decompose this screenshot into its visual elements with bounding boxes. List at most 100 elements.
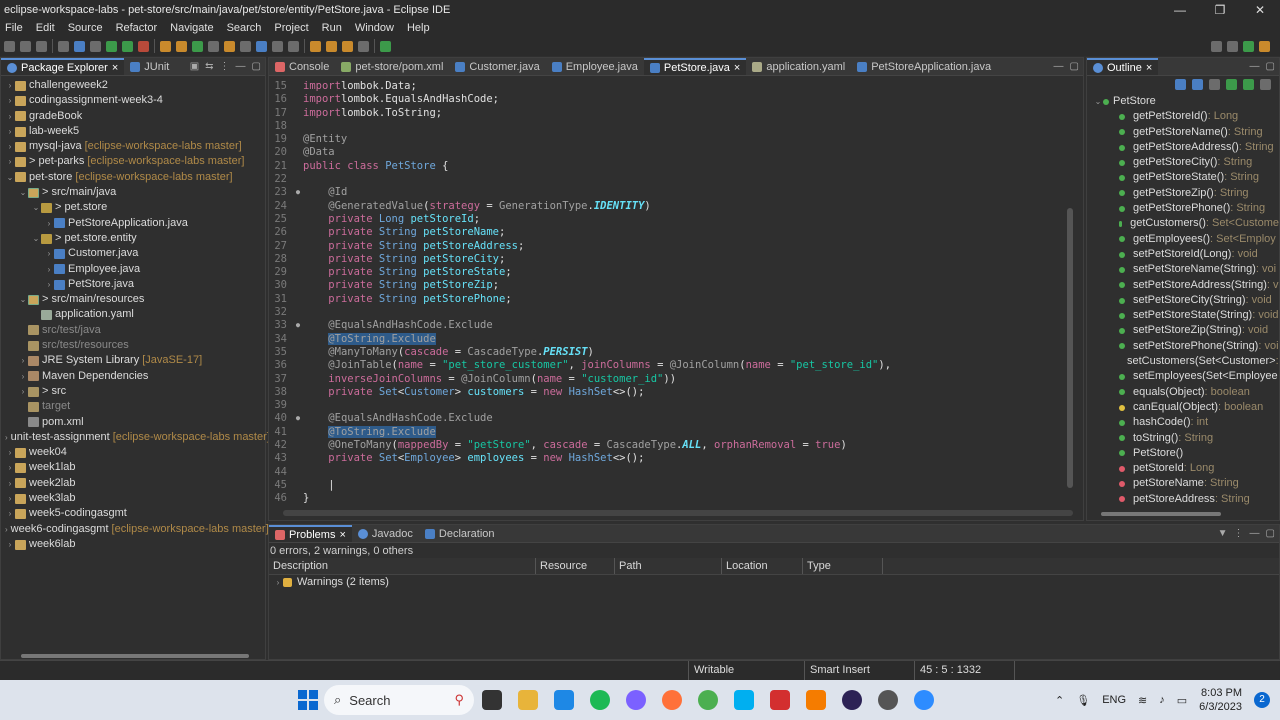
vertical-scrollbar[interactable]: [1067, 208, 1073, 488]
outline-item[interactable]: setPetStorePhone(String) : voi: [1087, 339, 1279, 354]
chevron-right-icon[interactable]: ›: [273, 575, 283, 590]
outline-item[interactable]: getPetStoreCity() : String: [1087, 155, 1279, 170]
fold-marker[interactable]: [293, 133, 303, 146]
wifi-icon[interactable]: ≋: [1138, 694, 1147, 707]
fold-marker[interactable]: [293, 240, 303, 253]
save-icon[interactable]: [20, 40, 31, 52]
outline-item[interactable]: PetStore(): [1087, 446, 1279, 461]
tab-outline[interactable]: Outline ×: [1087, 58, 1159, 75]
outline-item[interactable]: setCustomers(Set<Customer> : vo: [1087, 354, 1280, 369]
new-class-icon[interactable]: [192, 40, 203, 52]
chevron-right-icon[interactable]: ›: [5, 154, 15, 169]
tab-javadoc[interactable]: Javadoc: [352, 525, 419, 542]
task-view-icon[interactable]: [482, 690, 502, 710]
acrobat-icon[interactable]: [770, 690, 790, 710]
forward-icon[interactable]: [358, 40, 369, 52]
minimize-view-icon[interactable]: —: [1250, 61, 1260, 72]
outline-item[interactable]: getPetStoreState() : String: [1087, 170, 1279, 185]
menu-run[interactable]: Run: [317, 22, 350, 34]
tree-item[interactable]: ⌄ > src/main/resources: [1, 292, 265, 307]
code-line[interactable]: 31 private String petStorePhone;: [269, 293, 1083, 306]
eclipse-icon[interactable]: [842, 690, 862, 710]
tree-item[interactable]: › week6lab: [1, 537, 265, 552]
minimize-view-icon[interactable]: —: [1054, 61, 1064, 72]
close-button[interactable]: ✕: [1240, 3, 1280, 17]
chrome-icon[interactable]: [698, 690, 718, 710]
code-line[interactable]: 42 @OneToMany(mappedBy = "petStore", cas…: [269, 439, 1083, 452]
run-icon[interactable]: [106, 40, 117, 52]
menu-source[interactable]: Source: [63, 22, 111, 34]
fold-marker[interactable]: [293, 226, 303, 239]
code-line[interactable]: 32: [269, 306, 1083, 319]
back-icon[interactable]: [342, 40, 353, 52]
hide-fields-icon[interactable]: [1209, 78, 1220, 90]
tree-item[interactable]: › codingassignment-week3-4: [1, 93, 265, 108]
chevron-right-icon[interactable]: ›: [5, 78, 15, 93]
fold-marker[interactable]: [293, 333, 303, 346]
maximize-view-icon[interactable]: ▢: [1070, 61, 1079, 72]
next-annotation-icon[interactable]: [310, 40, 321, 52]
fold-marker[interactable]: [293, 492, 303, 505]
chevron-right-icon[interactable]: ›: [44, 246, 54, 261]
debug-icon[interactable]: [90, 40, 101, 52]
tree-item[interactable]: › mysql-java [eclipse-workspace-labs maste…: [1, 139, 265, 154]
block-selection-icon[interactable]: [272, 40, 283, 52]
fold-marker[interactable]: [293, 386, 303, 399]
menu-refactor[interactable]: Refactor: [111, 22, 166, 34]
code-line[interactable]: 25 private Long petStoreId;: [269, 213, 1083, 226]
print-icon[interactable]: [58, 40, 69, 52]
column-type[interactable]: Type: [803, 558, 883, 574]
maximize-button[interactable]: ❐: [1200, 3, 1240, 17]
perspective-icon[interactable]: [1227, 40, 1238, 52]
terminal-icon[interactable]: [74, 40, 85, 52]
tree-item[interactable]: › unit-test-assignment [eclipse-workspace-…: [1, 430, 270, 445]
tree-item[interactable]: src/test/resources: [1, 338, 265, 353]
code-area[interactable]: 15 importlombok.Data; 16 importlombok.Equal…: [269, 76, 1083, 506]
outline-item[interactable]: setPetStoreZip(String) : void: [1087, 323, 1279, 338]
skype-icon[interactable]: [734, 690, 754, 710]
annotation-icon[interactable]: [240, 40, 251, 52]
fold-marker[interactable]: [293, 346, 303, 359]
new-icon[interactable]: [4, 40, 15, 52]
outline-item[interactable]: setPetStoreId(Long) : void: [1087, 247, 1279, 262]
chevron-right-icon[interactable]: ›: [5, 537, 15, 552]
fold-marker[interactable]: [293, 93, 303, 106]
tree-item[interactable]: › Customer.java: [1, 246, 265, 261]
menu-help[interactable]: Help: [402, 22, 438, 34]
code-line[interactable]: 28 private String petStoreCity;: [269, 253, 1083, 266]
fold-marker[interactable]: [293, 426, 303, 439]
tree-item[interactable]: › week6-codingasgmt [eclipse-workspace-lab…: [1, 522, 269, 537]
column-path[interactable]: Path: [615, 558, 722, 574]
link-editor-icon[interactable]: ⇆: [205, 61, 213, 72]
toggle-mark-occurrences-icon[interactable]: [256, 40, 267, 52]
tab-package-explorer[interactable]: Package Explorer ×: [1, 58, 125, 75]
outline-item[interactable]: equals(Object) : boolean: [1087, 385, 1279, 400]
volume-icon[interactable]: ♪: [1159, 694, 1165, 706]
code-line[interactable]: 38 private Set<Customer> customers = new…: [269, 386, 1083, 399]
code-line[interactable]: 26 private String petStoreName;: [269, 226, 1083, 239]
fold-marker[interactable]: [293, 479, 303, 492]
hide-nonpublic-icon[interactable]: [1243, 78, 1254, 90]
code-line[interactable]: 29 private String petStoreState;: [269, 266, 1083, 279]
horizontal-scrollbar[interactable]: [21, 654, 249, 658]
tree-item[interactable]: › week1lab: [1, 460, 265, 475]
fold-marker[interactable]: [293, 253, 303, 266]
tree-item[interactable]: application.yaml: [1, 307, 265, 322]
close-icon[interactable]: ×: [734, 62, 740, 74]
sort-icon[interactable]: [1192, 78, 1203, 90]
chevron-right-icon[interactable]: ›: [18, 353, 28, 368]
code-line[interactable]: 24 @GeneratedValue(strategy = Generation…: [269, 200, 1083, 213]
code-line[interactable]: 19 @Entity: [269, 133, 1083, 146]
menu-file[interactable]: File: [0, 22, 31, 34]
hide-static-icon[interactable]: [1226, 78, 1237, 90]
save-all-icon[interactable]: [36, 40, 47, 52]
tree-item[interactable]: target: [1, 399, 265, 414]
menu-project[interactable]: Project: [269, 22, 316, 34]
maximize-view-icon[interactable]: ▢: [1266, 528, 1275, 539]
new-package-icon[interactable]: [176, 40, 187, 52]
fold-marker[interactable]: [293, 306, 303, 319]
chevron-right-icon[interactable]: ›: [5, 522, 8, 537]
tree-item[interactable]: › Maven Dependencies: [1, 369, 265, 384]
outline-item[interactable]: setPetStoreAddress(String) : v: [1087, 278, 1279, 293]
code-line[interactable]: 45 |: [269, 479, 1083, 492]
